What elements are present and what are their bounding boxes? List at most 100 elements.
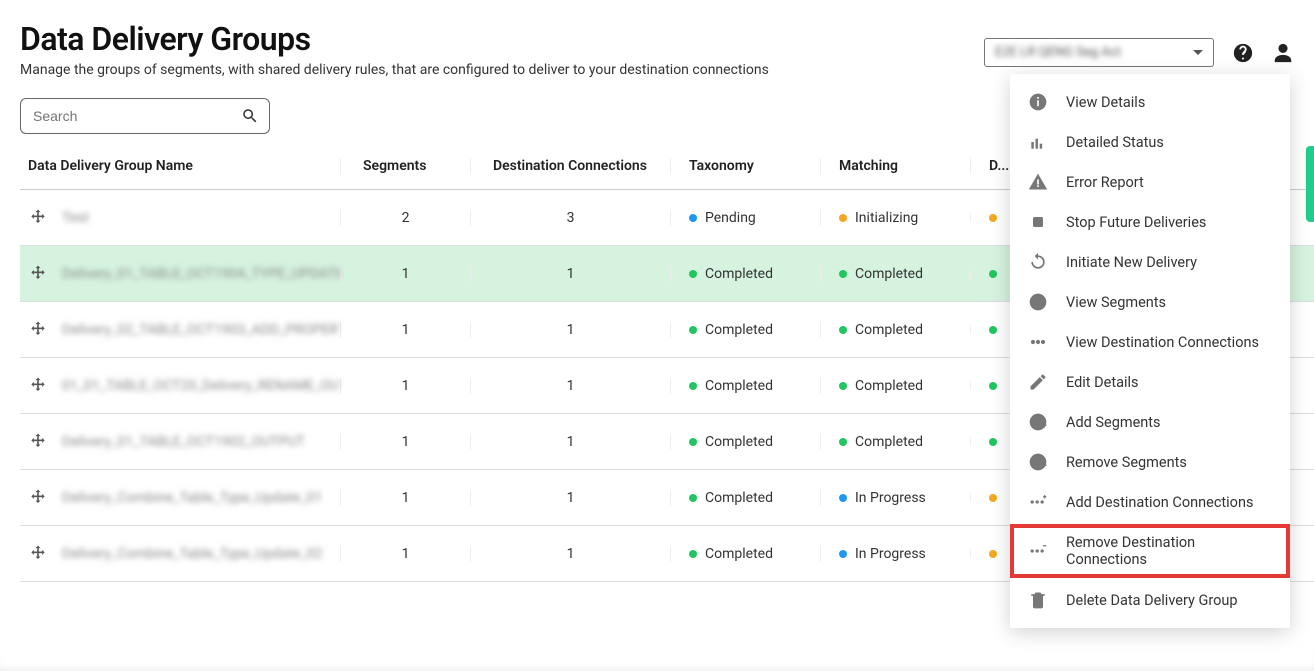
- cell-segments: 1: [340, 322, 470, 338]
- cell-matching: Completed: [821, 434, 970, 450]
- chevron-down-icon: [1193, 50, 1203, 55]
- menu-item-delete-data-delivery-group[interactable]: Delete Data Delivery Group: [1010, 580, 1290, 620]
- context-menu: View DetailsDetailed StatusError Report S…: [1010, 74, 1290, 628]
- drag-handle-icon[interactable]: [28, 264, 48, 284]
- status-dot: [689, 550, 697, 558]
- warn-icon: [1028, 172, 1048, 192]
- row-name: Test: [62, 210, 89, 226]
- cell-taxonomy: Completed: [671, 322, 820, 338]
- menu-item-label: Edit Details: [1066, 374, 1139, 391]
- menu-item-remove-destination-connections[interactable]: Remove Destination Connections: [1010, 524, 1290, 578]
- link-icon: [1028, 332, 1048, 352]
- menu-item-label: Stop Future Deliveries: [1066, 214, 1206, 231]
- cell-dest: 1: [470, 322, 670, 338]
- cell-matching: In Progress: [821, 490, 970, 506]
- status-label: Initializing: [855, 210, 918, 226]
- status-label: Completed: [705, 266, 773, 282]
- status-dot: [989, 494, 997, 502]
- col-header-dest[interactable]: Destination Connections: [470, 158, 670, 174]
- status-label: In Progress: [855, 546, 926, 562]
- menu-item-detailed-status[interactable]: Detailed Status: [1010, 122, 1290, 162]
- menu-item-label: View Destination Connections: [1066, 334, 1259, 351]
- page-title: Data Delivery Groups: [20, 20, 984, 58]
- drag-handle-icon[interactable]: [28, 208, 48, 228]
- cell-dest: 1: [470, 490, 670, 506]
- cell-matching: Completed: [821, 322, 970, 338]
- menu-item-label: Initiate New Delivery: [1066, 254, 1197, 271]
- account-selector-label: E2E LR QENG Seg Act: [995, 45, 1121, 60]
- status-label: Completed: [855, 322, 923, 338]
- cell-dest: 1: [470, 546, 670, 562]
- page-subtitle: Manage the groups of segments, with shar…: [20, 62, 984, 78]
- menu-item-label: Remove Segments: [1066, 454, 1187, 471]
- menu-item-add-segments[interactable]: Add Segments: [1010, 402, 1290, 442]
- drag-handle-icon[interactable]: [28, 432, 48, 452]
- menu-item-label: Add Destination Connections: [1066, 494, 1253, 511]
- col-header-segments[interactable]: Segments: [340, 158, 470, 174]
- menu-item-label: Delete Data Delivery Group: [1066, 592, 1238, 609]
- cell-segments: 1: [340, 378, 470, 394]
- pie-icon: [1028, 292, 1048, 312]
- menu-item-view-destination-connections[interactable]: View Destination Connections: [1010, 322, 1290, 362]
- help-icon[interactable]: [1232, 42, 1254, 64]
- row-name: Delivery_02_TABLE_OCT1903_ADD_PROPERTY: [62, 322, 340, 338]
- cell-taxonomy: Completed: [671, 266, 820, 282]
- status-dot: [839, 270, 847, 278]
- col-header-name[interactable]: Data Delivery Group Name: [20, 158, 340, 174]
- drag-handle-icon[interactable]: [28, 544, 48, 564]
- col-header-matching[interactable]: Matching: [820, 158, 970, 174]
- pieadd-icon: [1028, 412, 1048, 432]
- status-label: Completed: [705, 378, 773, 394]
- status-label: Completed: [855, 266, 923, 282]
- menu-item-label: Remove Destination Connections: [1066, 534, 1272, 568]
- cell-taxonomy: Completed: [671, 434, 820, 450]
- status-dot: [839, 550, 847, 558]
- cell-segments: 1: [340, 434, 470, 450]
- cell-segments: 1: [340, 546, 470, 562]
- menu-item-edit-details[interactable]: Edit Details: [1010, 362, 1290, 402]
- status-dot: [989, 214, 997, 222]
- user-icon[interactable]: [1272, 42, 1294, 64]
- status-label: Completed: [855, 434, 923, 450]
- status-dot: [689, 494, 697, 502]
- pencil-icon: [1028, 372, 1048, 392]
- cell-taxonomy: Completed: [671, 378, 820, 394]
- row-name: Delivery_01_TABLE_OCT1904_TYPE_UPDATE_1: [62, 266, 340, 282]
- highlight-edge-bar: [1306, 146, 1314, 222]
- status-dot: [839, 494, 847, 502]
- menu-item-stop-future-deliveries[interactable]: Stop Future Deliveries: [1010, 202, 1290, 242]
- menu-item-label: Add Segments: [1066, 414, 1161, 431]
- drag-handle-icon[interactable]: [28, 320, 48, 340]
- menu-item-add-destination-connections[interactable]: Add Destination Connections: [1010, 482, 1290, 522]
- menu-item-view-details[interactable]: View Details: [1010, 82, 1290, 122]
- cell-matching: Completed: [821, 266, 970, 282]
- status-dot: [989, 438, 997, 446]
- search-input-wrapper: [20, 98, 270, 134]
- search-icon: [241, 107, 259, 125]
- status-dot: [839, 326, 847, 334]
- status-dot: [839, 382, 847, 390]
- drag-handle-icon[interactable]: [28, 488, 48, 508]
- info-icon: [1028, 92, 1048, 112]
- drag-handle-icon[interactable]: [28, 376, 48, 396]
- account-selector[interactable]: E2E LR QENG Seg Act: [984, 38, 1214, 67]
- cell-matching: In Progress: [821, 546, 970, 562]
- menu-item-initiate-new-delivery[interactable]: Initiate New Delivery: [1010, 242, 1290, 282]
- status-label: Completed: [705, 546, 773, 562]
- menu-item-view-segments[interactable]: View Segments: [1010, 282, 1290, 322]
- menu-item-remove-segments[interactable]: Remove Segments: [1010, 442, 1290, 482]
- piedel-icon: [1028, 452, 1048, 472]
- status-dot: [839, 214, 847, 222]
- col-header-taxonomy[interactable]: Taxonomy: [670, 158, 820, 174]
- linkadd-icon: [1028, 492, 1048, 512]
- search-input[interactable]: [31, 107, 241, 125]
- status-dot: [989, 270, 997, 278]
- stop-icon: [1028, 212, 1048, 232]
- row-name: 01_01_TABLE_OCT20_Delivery_RENAME_OUT: [62, 378, 340, 394]
- row-name: Delivery_01_TABLE_OCT1902_OUTPUT: [62, 434, 305, 450]
- status-dot: [689, 270, 697, 278]
- status-label: In Progress: [855, 490, 926, 506]
- menu-item-error-report[interactable]: Error Report: [1010, 162, 1290, 202]
- status-dot: [989, 326, 997, 334]
- cell-taxonomy: Completed: [671, 546, 820, 562]
